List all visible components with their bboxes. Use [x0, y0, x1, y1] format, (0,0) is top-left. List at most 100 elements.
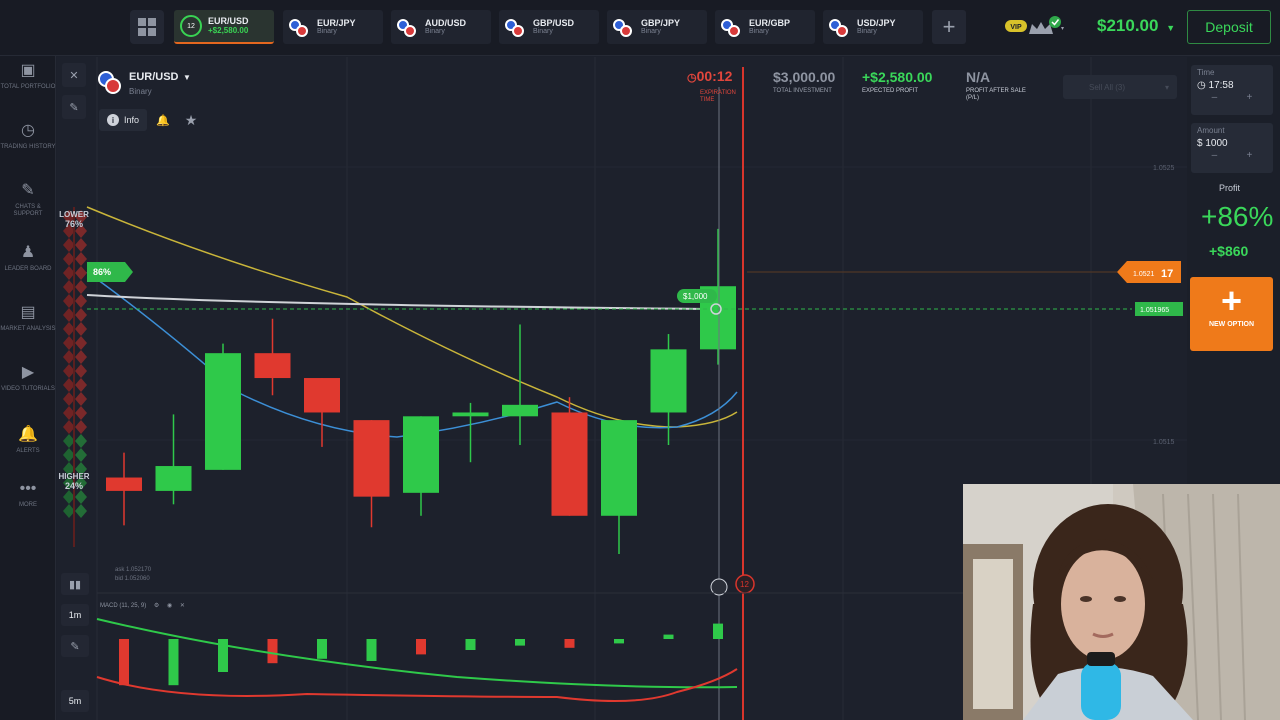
profit-after-sale-value: N/A: [966, 69, 991, 85]
tab-gbp-usd[interactable]: GBP/USD Binary: [499, 10, 599, 44]
tab-type: Binary: [641, 28, 661, 36]
tab-type: Binary: [857, 28, 877, 36]
sentiment-marker: [75, 504, 87, 518]
tab-symbol: GBP/USD: [533, 17, 575, 28]
asset-grid-button[interactable]: [130, 10, 164, 44]
sentiment-marker: [75, 336, 87, 350]
ma-fast-line: [86, 271, 738, 438]
sentiment-marker: [75, 434, 87, 448]
tab-symbol: EUR/JPY: [317, 17, 356, 28]
macd-label[interactable]: MACD (11, 25, 9) ⚙ ◉ ✕: [100, 602, 185, 609]
total-investment-value: $3,000.00: [773, 69, 836, 85]
trading-app: 12 EUR/USD +$2,580.00 EUR/JPY Binary AUD/U…: [0, 0, 1280, 720]
profit-after-sale: N/A PROFIT AFTER SALE (P/L): [966, 69, 1036, 101]
presenter-video: [963, 484, 1280, 720]
draw-tool-button[interactable]: ✎: [61, 635, 89, 657]
tab-eur-jpy[interactable]: EUR/JPY Binary: [283, 10, 383, 44]
info-button[interactable]: i Info: [99, 109, 148, 131]
minus-button[interactable]: –: [1212, 92, 1218, 103]
sidebar-item-label: CHATS & SUPPORT: [13, 204, 43, 217]
sidebar-item-bell[interactable]: 🔔 ALERTS: [0, 426, 56, 455]
sidebar-item-leaderboard[interactable]: ♟ LEADER BOARD: [0, 244, 56, 273]
tab-eur-usd-active[interactable]: 12 EUR/USD +$2,580.00: [174, 10, 274, 44]
expiration-timer: ◷00:12: [687, 68, 732, 84]
sentiment-marker: [75, 448, 87, 462]
tab-symbol: AUD/USD: [425, 17, 467, 28]
sidebar-item-label: ALERTS: [16, 448, 40, 454]
add-tab-button[interactable]: +: [932, 10, 966, 44]
asset-type: Binary: [129, 87, 152, 96]
chevron-down-icon: ▼: [1166, 23, 1176, 33]
close-icon[interactable]: ✕: [180, 603, 185, 609]
sidebar-item-portfolio[interactable]: ▣ TOTAL PORTFOLIO: [0, 62, 56, 91]
asset-selector[interactable]: EUR/USD ▼ Binary: [97, 67, 191, 96]
sidebar-item-video[interactable]: ▶ VIDEO TUTORIALS: [0, 364, 56, 393]
macd-bar: [119, 639, 129, 686]
candle-body: [254, 353, 291, 379]
portfolio-icon: ▣: [20, 62, 36, 79]
sidebar-item-label: VIDEO TUTORIALS: [1, 386, 55, 392]
sell-all-button[interactable]: Sell All (3) ▾: [1063, 75, 1177, 99]
alert-bell-button[interactable]: 🔔: [151, 108, 175, 132]
clock-icon: ◷: [687, 72, 697, 84]
macd-bar: [564, 639, 575, 648]
tab-timer: 12: [180, 15, 202, 37]
close-chart-button[interactable]: ✕: [62, 63, 86, 87]
time-selector[interactable]: Time ◷ 17:58 – +: [1191, 65, 1273, 115]
new-option-button[interactable]: + NEW OPTION: [1190, 277, 1273, 351]
sentiment-marker: [75, 490, 87, 504]
balance-value: $210.00: [1097, 16, 1159, 35]
lower-label: LOWER 76%: [57, 210, 91, 229]
sentiment-marker: [75, 392, 87, 406]
higher-text: HIGHER: [58, 472, 90, 481]
position-tag-text: 86%: [93, 267, 111, 277]
chart-type-button[interactable]: ▮▮: [61, 573, 89, 595]
macd-bar: [168, 639, 179, 686]
webcam-overlay: [963, 484, 1280, 720]
amount-input[interactable]: Amount $ 1000 – +: [1191, 123, 1273, 173]
bid-price: bid 1.052060: [115, 576, 150, 582]
tab-usd-jpy[interactable]: USD/JPY Binary: [823, 10, 923, 44]
plus-button[interactable]: +: [1247, 92, 1253, 103]
settings-icon[interactable]: ⚙: [154, 603, 159, 609]
balance-selector[interactable]: $210.00 ▼: [1097, 16, 1175, 36]
eye-icon[interactable]: ◉: [167, 603, 172, 609]
macd-bar: [465, 639, 476, 650]
timeframe-1m-button[interactable]: 1m: [61, 604, 89, 626]
tab-aud-usd[interactable]: AUD/USD Binary: [391, 10, 491, 44]
sentiment-marker: [75, 350, 87, 364]
vip-crown-button[interactable]: VIP: [1005, 14, 1065, 42]
sidebar-item-label: TOTAL PORTFOLIO: [0, 84, 56, 90]
macd-bar: [267, 639, 278, 664]
sidebar-item-more[interactable]: ••• MORE: [0, 480, 56, 509]
amount-value: $ 1000: [1197, 138, 1228, 149]
minus-button[interactable]: –: [1212, 150, 1218, 161]
drawing-tool-button[interactable]: ✎: [62, 95, 86, 119]
tab-type: Binary: [317, 28, 337, 36]
tab-type: Binary: [425, 28, 445, 36]
vip-badge: VIP: [1010, 24, 1022, 31]
chat-icon: ✎: [21, 182, 35, 199]
candle-body: [403, 416, 439, 493]
timeframe-5m-button[interactable]: 5m: [61, 690, 89, 712]
deposit-button[interactable]: Deposit: [1187, 10, 1271, 44]
eur-usd-flag-icon: [98, 70, 121, 94]
current-price-suffix: 17: [1161, 268, 1173, 280]
chevron-down-icon: [1061, 27, 1064, 30]
plus-button[interactable]: +: [1247, 150, 1253, 161]
sidebar-item-history[interactable]: ◷ TRADING HISTORY: [0, 122, 56, 151]
favorite-button[interactable]: ★: [179, 108, 203, 132]
candles-icon: ▮▮: [68, 578, 82, 591]
market-icon: ▤: [20, 304, 36, 321]
sidebar-item-market[interactable]: ▤ MARKET ANALYSIS: [0, 304, 56, 333]
sidebar-item-chat[interactable]: ✎ CHATS & SUPPORT: [0, 182, 56, 218]
tab-eur-gbp[interactable]: EUR/GBP Binary: [715, 10, 815, 44]
top-bar: 12 EUR/USD +$2,580.00 EUR/JPY Binary AUD/U…: [0, 0, 1280, 56]
sidebar-item-label: MARKET ANALYSIS: [0, 326, 56, 332]
tab-gbp-jpy[interactable]: GBP/JPY Binary: [607, 10, 707, 44]
sentiment-marker: [75, 294, 87, 308]
currency-flag-icon: [505, 18, 524, 37]
currency-flag-icon: [289, 18, 308, 37]
currency-flag-icon: [721, 18, 740, 37]
total-investment: $3,000.00 TOTAL INVESTMENT: [773, 69, 835, 95]
